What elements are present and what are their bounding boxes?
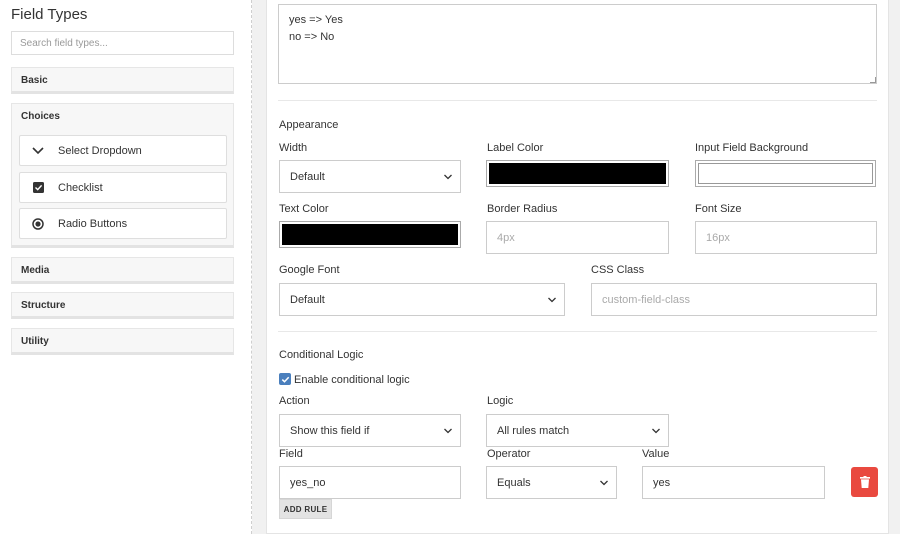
category-media[interactable]: Media	[11, 257, 234, 284]
text-color-label: Text Color	[279, 203, 329, 215]
border-radius-input[interactable]: 4px	[486, 221, 669, 254]
field-type-label: Radio Buttons	[58, 217, 128, 230]
chevron-down-icon	[548, 297, 556, 303]
resize-handle-icon[interactable]	[870, 77, 876, 83]
chevron-down-icon	[29, 146, 47, 155]
enable-conditional-logic-label[interactable]: Enable conditional logic	[294, 374, 410, 386]
operator-label: Operator	[487, 448, 531, 460]
width-label: Width	[279, 142, 308, 154]
field-type-checklist[interactable]: Checklist	[19, 172, 227, 203]
input-bg-color-fill	[698, 163, 873, 184]
trash-icon	[859, 476, 870, 488]
operator-select[interactable]: Equals	[486, 466, 617, 499]
width-select-value: Default	[290, 170, 325, 183]
add-rule-button[interactable]: ADD RULE	[279, 499, 332, 519]
category-choices-label[interactable]: Choices	[21, 111, 60, 122]
enable-conditional-logic-checkbox[interactable]	[279, 373, 291, 385]
field-type-label: Select Dropdown	[58, 144, 142, 157]
category-choices: Choices Select Dropdown Checklist Radio …	[11, 103, 234, 248]
appearance-title: Appearance	[279, 119, 339, 131]
checkbox-icon	[29, 182, 47, 193]
category-utility[interactable]: Utility	[11, 328, 234, 355]
text-color-fill	[282, 224, 458, 245]
options-textarea[interactable]: yes => Yes no => No	[278, 4, 877, 84]
radio-icon	[29, 217, 47, 230]
field-type-select-dropdown[interactable]: Select Dropdown	[19, 135, 227, 166]
width-select[interactable]: Default	[279, 160, 461, 193]
google-font-select-value: Default	[290, 293, 325, 306]
value-label: Value	[642, 448, 670, 460]
google-font-select[interactable]: Default	[279, 283, 565, 316]
label-color-label: Label Color	[487, 142, 544, 154]
chevron-down-icon	[600, 480, 608, 486]
divider	[278, 100, 877, 101]
delete-rule-button[interactable]	[851, 467, 878, 497]
google-font-label: Google Font	[279, 264, 340, 276]
border-radius-label: Border Radius	[487, 203, 558, 215]
rule-field-input[interactable]: yes_no	[279, 466, 461, 499]
field-type-label: Checklist	[58, 181, 103, 194]
chevron-down-icon	[652, 428, 660, 434]
category-structure[interactable]: Structure	[11, 292, 234, 319]
css-class-input[interactable]: custom-field-class	[591, 283, 877, 316]
field-label: Field	[279, 448, 303, 460]
label-color-fill	[489, 163, 666, 184]
checkmark-icon	[281, 376, 289, 383]
label-color-picker[interactable]	[486, 160, 669, 187]
field-types-sidebar: Field Types Basic Choices Select Dropdow…	[0, 0, 252, 534]
field-type-radio-buttons[interactable]: Radio Buttons	[19, 208, 227, 239]
css-class-label: CSS Class	[591, 264, 645, 276]
action-select[interactable]: Show this field if	[279, 414, 461, 447]
rule-value-input[interactable]: yes	[642, 466, 825, 499]
category-basic[interactable]: Basic	[11, 67, 234, 94]
action-label: Action	[279, 395, 310, 407]
field-settings-panel: yes => Yes no => No Appearance Width Def…	[266, 0, 889, 534]
sidebar-title: Field Types	[11, 6, 88, 23]
logic-label: Logic	[487, 395, 514, 407]
input-bg-label: Input Field Background	[695, 142, 809, 154]
operator-select-value: Equals	[497, 476, 531, 489]
text-color-picker[interactable]	[279, 221, 461, 248]
logic-select-value: All rules match	[497, 424, 570, 437]
field-type-search-input[interactable]	[11, 31, 234, 55]
font-size-label: Font Size	[695, 203, 742, 215]
action-select-value: Show this field if	[290, 424, 370, 437]
chevron-down-icon	[444, 428, 452, 434]
font-size-input[interactable]: 16px	[695, 221, 877, 254]
chevron-down-icon	[444, 174, 452, 180]
input-bg-color-picker[interactable]	[695, 160, 876, 187]
divider	[278, 331, 877, 332]
conditional-logic-title: Conditional Logic	[279, 349, 364, 361]
logic-select[interactable]: All rules match	[486, 414, 669, 447]
